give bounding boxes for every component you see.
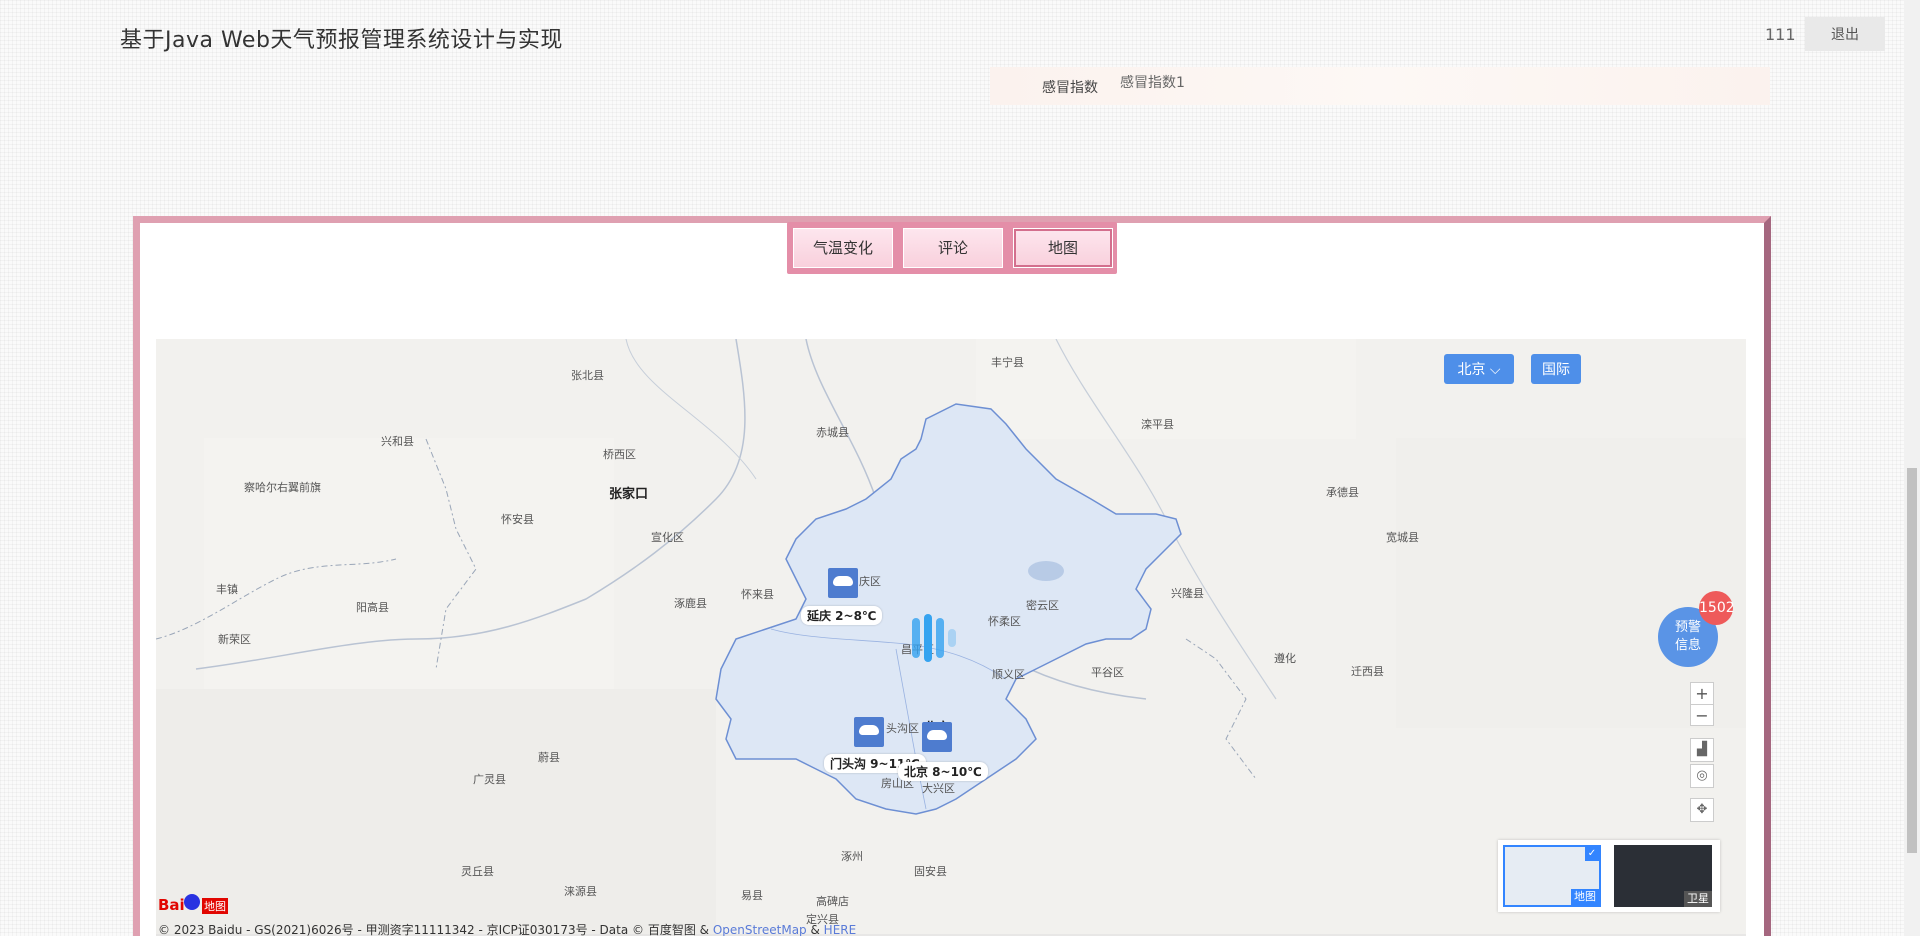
map-type-normal-label: 地图 [1571, 889, 1599, 905]
map-label: 庆区 [859, 575, 881, 588]
map-type-satellite-label: 卫星 [1684, 891, 1712, 907]
map-label: 灵丘县 [461, 865, 494, 878]
cloud-rain-icon [854, 717, 884, 747]
weather-map[interactable]: 张北县 丰宁县 赤城县 滦平县 兴和县 桥西区 张家口 察哈尔右翼前旗 怀安县 … [156, 339, 1746, 936]
map-label: 滦平县 [1141, 418, 1174, 431]
map-type-normal[interactable]: ✓ 地图 [1503, 845, 1601, 907]
map-label: 易县 [741, 889, 763, 902]
map-label: 怀安县 [501, 513, 534, 526]
tab-bar: 气温变化 评论 地图 [787, 222, 1117, 274]
map-label: 高碑店 [816, 895, 849, 908]
map-label: 阳高县 [356, 601, 389, 614]
loading-spinner [912, 614, 972, 664]
weather-tag-beijing[interactable]: 北京 8~10℃ [898, 762, 988, 781]
site-title: 基于Java Web天气预报管理系统设计与实现 [120, 28, 563, 53]
map-label: 迁西县 [1351, 665, 1384, 678]
weather-tag-yanqing[interactable]: 延庆 2~8℃ [801, 606, 883, 625]
map-label: 怀来县 [741, 588, 774, 601]
city-select-button[interactable]: 北京 ⌵ [1444, 354, 1514, 384]
zoom-control: + − [1690, 682, 1714, 726]
zoom-out-button[interactable]: − [1691, 704, 1713, 726]
map-label: 涞源县 [564, 885, 597, 898]
map-label: 怀柔区 [988, 615, 1021, 628]
map-label: 张家口 [609, 487, 649, 502]
page-scrollbar[interactable] [1904, 0, 1920, 936]
map-label: 涿州 [841, 850, 863, 863]
map-label: 桥西区 [603, 448, 636, 461]
scrollbar-thumb[interactable] [1907, 468, 1917, 853]
map-label: 丰镇 [216, 583, 238, 596]
tab-map[interactable]: 地图 [1013, 228, 1113, 268]
map-label: 新荣区 [218, 633, 251, 646]
cloud-rain-icon [828, 568, 858, 598]
map-label: 涿鹿县 [674, 597, 707, 610]
cold-index-label: 感冒指数 [1042, 80, 1098, 96]
chevron-down-icon: ⌵ [1489, 362, 1501, 378]
china-map-icon[interactable]: ▟ [1690, 738, 1714, 762]
map-label: 平谷区 [1091, 666, 1124, 679]
zoom-in-button[interactable]: + [1691, 683, 1713, 704]
here-link[interactable]: HERE [824, 923, 857, 936]
tab-comments[interactable]: 评论 [903, 228, 1003, 268]
map-label: 张北县 [571, 369, 604, 382]
map-type-satellite[interactable]: 卫星 [1614, 845, 1712, 907]
map-label: 丰宁县 [991, 356, 1024, 369]
map-label: 密云区 [1026, 599, 1059, 612]
map-type-switcher: ✓ 地图 卫星 [1498, 840, 1720, 912]
cold-index-value: 感冒指数1 [1120, 75, 1185, 91]
map-label: 蔚县 [538, 751, 560, 764]
map-label: 兴和县 [381, 435, 414, 448]
map-label: 宽城县 [1386, 531, 1419, 544]
logout-button[interactable]: 退出 [1805, 17, 1885, 51]
map-label: 遵化 [1274, 652, 1296, 665]
map-label: 头沟区 [886, 722, 919, 735]
map-label: 固安县 [914, 865, 947, 878]
city-select-label: 北京 [1457, 362, 1486, 378]
map-label: 承德县 [1326, 486, 1359, 499]
osm-link[interactable]: OpenStreetMap [713, 923, 807, 936]
check-icon: ✓ [1585, 847, 1599, 861]
map-label: 宣化区 [651, 531, 684, 544]
copyright-text: © 2023 Baidu - GS(2021)6026号 - 甲测资字11111… [158, 923, 713, 936]
alert-label-line2: 信息 [1674, 638, 1701, 653]
locate-icon[interactable]: ◎ [1690, 764, 1714, 788]
cold-index-row: 感冒指数 感冒指数1 [990, 67, 1770, 105]
fullscreen-icon[interactable]: ✥ [1690, 798, 1714, 822]
map-copyright: © 2023 Baidu - GS(2021)6026号 - 甲测资字11111… [158, 921, 856, 936]
map-label: 广灵县 [473, 773, 506, 786]
alert-count-badge: 1502 [1699, 591, 1735, 625]
user-name: 111 [1765, 25, 1796, 44]
map-label: 察哈尔右翼前旗 [244, 481, 321, 494]
map-label: 兴隆县 [1171, 587, 1204, 600]
page-header: 基于Java Web天气预报管理系统设计与实现 111 退出 [0, 0, 1920, 70]
international-button[interactable]: 国际 [1531, 354, 1581, 384]
copyright-amp: & [806, 923, 824, 936]
tab-temperature[interactable]: 气温变化 [793, 228, 893, 268]
map-label: 顺义区 [992, 668, 1025, 681]
cloud-rain-icon [922, 722, 952, 752]
map-label: 大兴区 [922, 782, 955, 795]
map-label: 赤城县 [816, 426, 849, 439]
baidu-logo: Bai 地图 [158, 894, 228, 914]
